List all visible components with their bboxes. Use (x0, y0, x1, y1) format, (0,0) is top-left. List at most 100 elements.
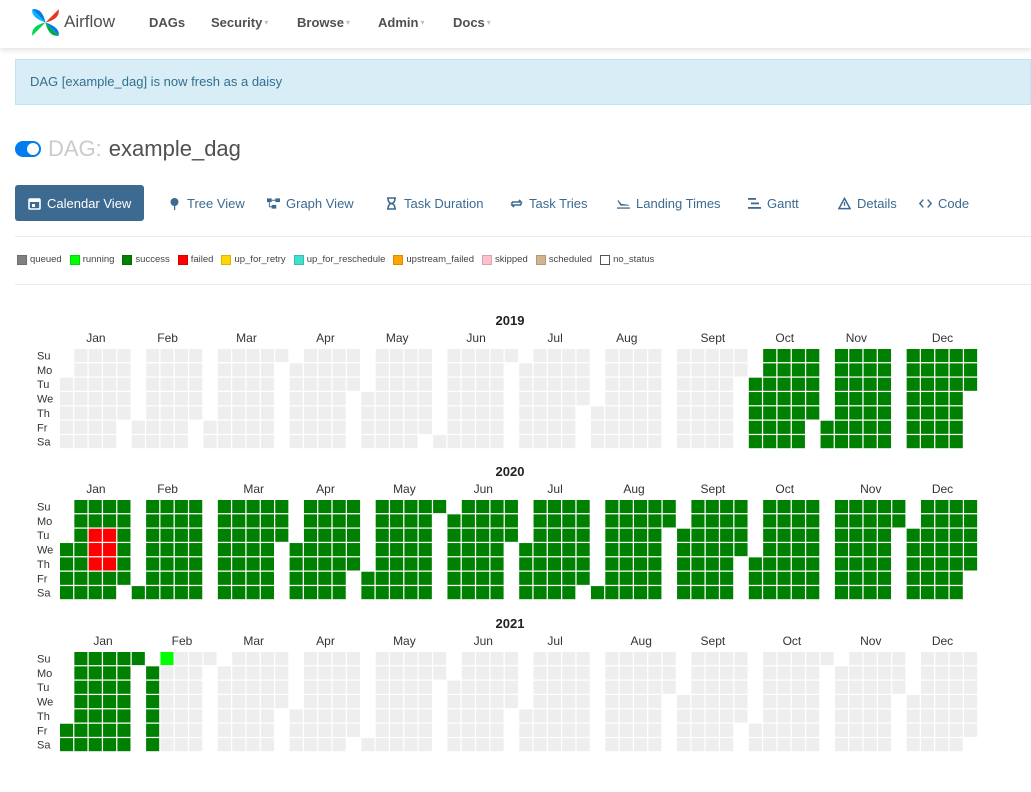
day-cell[interactable] (763, 435, 777, 449)
day-cell[interactable] (648, 377, 662, 391)
day-cell[interactable] (605, 406, 619, 420)
day-cell[interactable] (260, 392, 274, 406)
day-cell[interactable] (318, 392, 332, 406)
day-cell[interactable] (260, 500, 274, 514)
day-cell[interactable] (921, 392, 935, 406)
day-cell[interactable] (720, 652, 734, 666)
day-cell[interactable] (117, 392, 131, 406)
day-cell[interactable] (375, 571, 389, 585)
day-cell[interactable] (777, 709, 791, 723)
day-cell[interactable] (490, 406, 504, 420)
day-cell[interactable] (949, 666, 963, 680)
day-cell[interactable] (490, 349, 504, 363)
day-cell[interactable] (720, 738, 734, 752)
day-cell[interactable] (877, 349, 892, 363)
day-cell[interactable] (763, 557, 777, 571)
day-cell[interactable] (677, 435, 691, 449)
day-cell[interactable] (533, 377, 547, 391)
day-cell[interactable] (404, 723, 418, 737)
day-cell[interactable] (720, 392, 734, 406)
day-cell[interactable] (289, 420, 303, 434)
day-cell[interactable] (174, 406, 188, 420)
day-cell[interactable] (246, 666, 260, 680)
day-cell[interactable] (834, 392, 848, 406)
day-cell[interactable] (461, 406, 475, 420)
day-cell[interactable] (217, 543, 231, 557)
day-cell[interactable] (533, 652, 547, 666)
day-cell[interactable] (849, 557, 863, 571)
day-cell[interactable] (806, 377, 820, 391)
day-cell[interactable] (949, 514, 963, 528)
day-cell[interactable] (533, 392, 547, 406)
day-cell[interactable] (691, 695, 705, 709)
day-cell[interactable] (562, 514, 576, 528)
day-cell[interactable] (160, 435, 174, 449)
day-cell[interactable] (260, 738, 274, 752)
day-cell[interactable] (74, 500, 88, 514)
day-cell[interactable] (303, 586, 318, 600)
day-cell[interactable] (677, 723, 691, 737)
day-cell[interactable] (174, 571, 188, 585)
day-cell[interactable] (117, 709, 131, 723)
day-cell[interactable] (605, 652, 619, 666)
day-cell[interactable] (246, 435, 260, 449)
day-cell[interactable] (88, 528, 102, 542)
day-cell[interactable] (404, 666, 418, 680)
day-cell[interactable] (720, 723, 734, 737)
day-cell[interactable] (347, 500, 361, 514)
day-cell[interactable] (634, 709, 648, 723)
day-cell[interactable] (892, 666, 906, 680)
day-cell[interactable] (347, 363, 361, 377)
day-cell[interactable] (720, 363, 734, 377)
day-cell[interactable] (949, 709, 963, 723)
day-cell[interactable] (533, 586, 547, 600)
day-cell[interactable] (189, 500, 203, 514)
day-cell[interactable] (447, 377, 461, 391)
day-cell[interactable] (533, 420, 547, 434)
day-cell[interactable] (447, 528, 461, 542)
day-cell[interactable] (576, 500, 590, 514)
day-cell[interactable] (863, 666, 877, 680)
day-cell[interactable] (720, 514, 734, 528)
day-cell[interactable] (461, 666, 475, 680)
day-cell[interactable] (748, 723, 762, 737)
day-cell[interactable] (433, 500, 447, 514)
day-cell[interactable] (863, 392, 877, 406)
day-cell[interactable] (705, 500, 719, 514)
day-cell[interactable] (806, 406, 820, 420)
day-cell[interactable] (877, 666, 892, 680)
day-cell[interactable] (634, 571, 648, 585)
day-cell[interactable] (303, 695, 318, 709)
day-cell[interactable] (533, 557, 547, 571)
day-cell[interactable] (877, 392, 892, 406)
day-cell[interactable] (576, 652, 590, 666)
day-cell[interactable] (964, 500, 978, 514)
day-cell[interactable] (88, 586, 102, 600)
day-cell[interactable] (964, 695, 978, 709)
day-cell[interactable] (332, 557, 346, 571)
day-cell[interactable] (74, 392, 88, 406)
tab-task-duration[interactable]: Task Duration (372, 185, 496, 221)
day-cell[interactable] (605, 738, 619, 752)
day-cell[interactable] (189, 528, 203, 542)
day-cell[interactable] (519, 406, 533, 420)
day-cell[interactable] (476, 392, 490, 406)
day-cell[interactable] (232, 557, 246, 571)
day-cell[interactable] (289, 723, 303, 737)
day-cell[interactable] (160, 723, 174, 737)
day-cell[interactable] (863, 514, 877, 528)
day-cell[interactable] (232, 528, 246, 542)
day-cell[interactable] (476, 349, 490, 363)
day-cell[interactable] (691, 514, 705, 528)
day-cell[interactable] (791, 557, 805, 571)
day-cell[interactable] (361, 586, 375, 600)
day-cell[interactable] (146, 500, 160, 514)
day-cell[interactable] (935, 363, 949, 377)
day-cell[interactable] (949, 586, 963, 600)
day-cell[interactable] (390, 435, 404, 449)
day-cell[interactable] (605, 586, 619, 600)
day-cell[interactable] (318, 557, 332, 571)
day-cell[interactable] (519, 435, 533, 449)
day-cell[interactable] (634, 392, 648, 406)
day-cell[interactable] (504, 666, 518, 680)
